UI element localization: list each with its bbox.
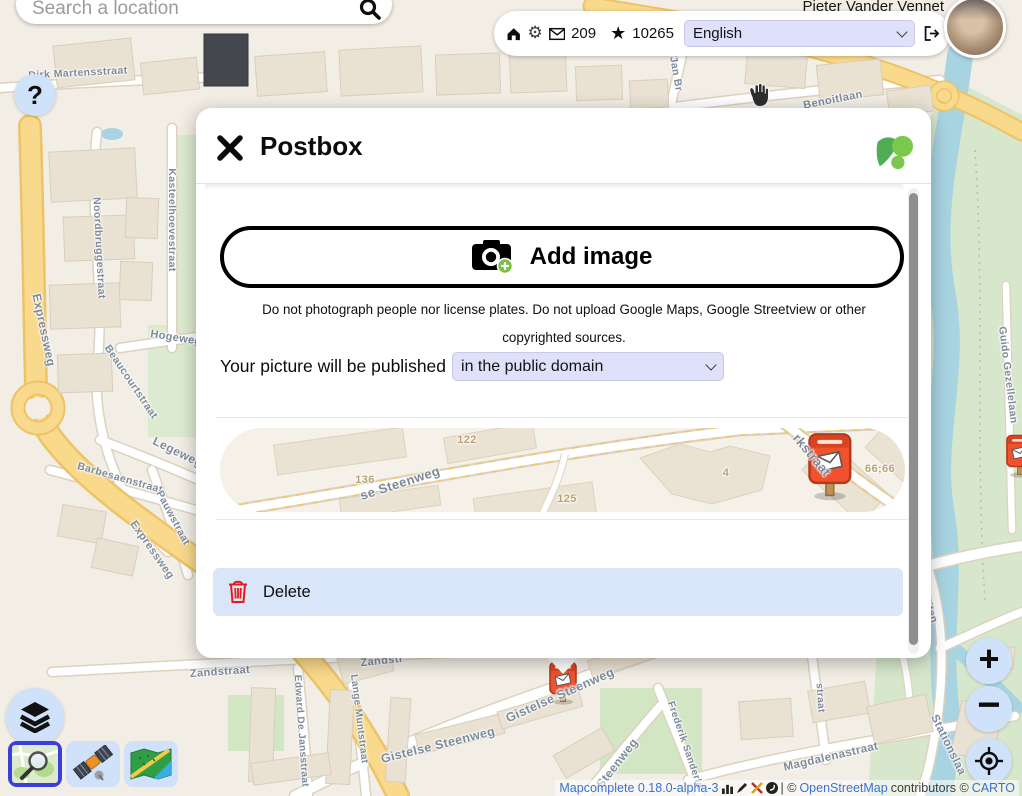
dialog-pointer — [547, 657, 579, 674]
help-button[interactable]: ? — [14, 74, 56, 116]
carto-link[interactable]: CARTO — [972, 781, 1015, 795]
image-license-note: Do not photograph people nor license pla… — [234, 296, 894, 352]
camera-icon — [472, 240, 514, 274]
divider — [216, 417, 908, 418]
user-panel: ⚙ 209 ★ 10265 English — [494, 11, 950, 56]
mastodon-icon[interactable] — [766, 782, 778, 794]
search-input[interactable] — [32, 0, 358, 20]
scrollbar-track[interactable] — [908, 188, 919, 654]
chevron-down-icon — [896, 26, 907, 37]
app: Dirk MartensstraatcklaanJan BrBenoitlaan… — [0, 0, 1022, 796]
osm-link[interactable]: OpenStreetMap — [799, 781, 887, 795]
settings-gear-icon[interactable]: ⚙ — [527, 23, 542, 43]
folded-map-icon — [129, 747, 173, 781]
license-row: Your picture will be published in the pu… — [220, 352, 724, 381]
postbox-dialog: Postbox Add image Do not photograph peop… — [196, 108, 931, 658]
statistics-icon[interactable] — [722, 783, 733, 794]
satellite-icon — [72, 745, 114, 783]
geolocate-button[interactable] — [966, 738, 1012, 784]
layers-button[interactable] — [6, 688, 64, 746]
search-icon[interactable] — [358, 0, 382, 21]
delete-button[interactable]: Delete — [213, 568, 903, 616]
divider — [216, 519, 908, 520]
basemap-satellite-button[interactable] — [66, 741, 120, 787]
trash-icon — [227, 580, 249, 604]
delete-label: Delete — [263, 583, 311, 602]
search-bar[interactable] — [16, 0, 392, 24]
crosshair-icon — [974, 746, 1004, 776]
osm-map-icon — [12, 745, 58, 783]
zoom-out-button[interactable]: − — [966, 686, 1012, 732]
changeset-count[interactable]: 10265 — [632, 25, 674, 42]
zoom-in-button[interactable]: + — [966, 638, 1012, 684]
language-select[interactable]: English — [684, 20, 915, 47]
close-icon[interactable] — [216, 134, 244, 162]
chevron-down-icon — [705, 359, 716, 370]
dialog-header: Postbox — [196, 108, 931, 183]
edit-pencil-icon[interactable] — [736, 782, 748, 794]
add-image-button[interactable]: Add image — [220, 226, 904, 288]
scroll-shadow — [204, 184, 904, 190]
mapcomplete-version-link[interactable]: Mapcomplete 0.18.0-alpha-3 — [559, 781, 718, 795]
add-image-label: Add image — [530, 243, 653, 271]
home-icon[interactable] — [506, 26, 521, 42]
layers-icon — [18, 701, 52, 733]
star-icon: ★ — [610, 23, 626, 44]
mapcomplete-logo — [876, 132, 914, 172]
basemap-legacy-button[interactable] — [124, 741, 178, 787]
logout-icon[interactable] — [923, 24, 940, 43]
dialog-title: Postbox — [260, 131, 363, 162]
basemap-osm-button[interactable] — [8, 741, 62, 787]
messages-icon[interactable] — [549, 27, 565, 41]
messages-count[interactable]: 209 — [571, 25, 596, 42]
josm-icon[interactable] — [751, 782, 763, 794]
attribution-bar: Mapcomplete 0.18.0-alpha-3 | © OpenStree… — [555, 780, 1019, 796]
location-minimap[interactable]: se Steenwegrkstraat122136125466;66 — [220, 428, 905, 512]
license-prefix: Your picture will be published — [220, 356, 446, 377]
license-select[interactable]: in the public domain — [452, 352, 724, 381]
scrollbar-thumb[interactable] — [909, 193, 918, 645]
